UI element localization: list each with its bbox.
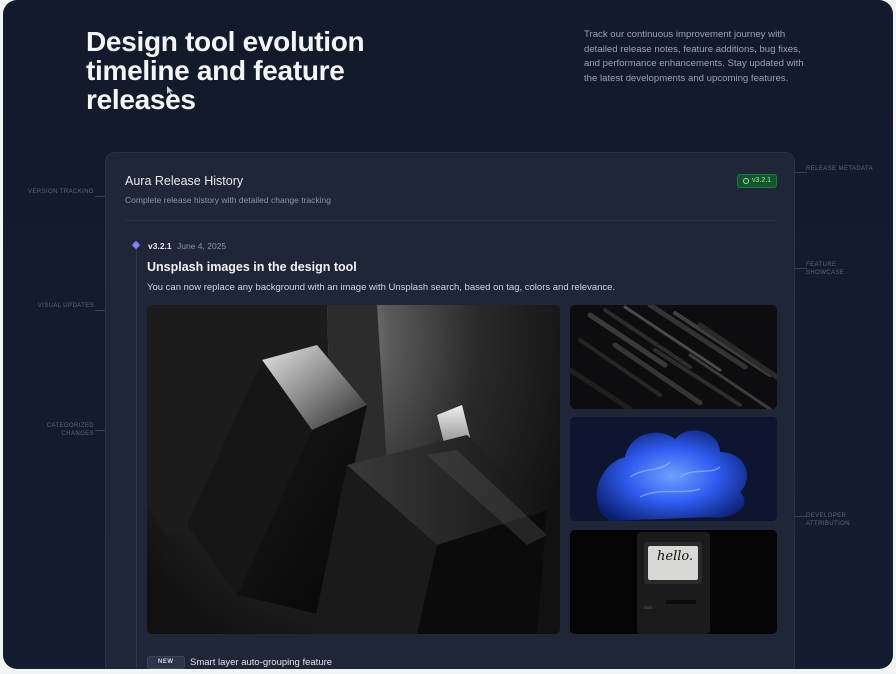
version-badge[interactable]: v3.2.1 xyxy=(737,174,778,188)
app-frame: Design tool evolution timeline and featu… xyxy=(3,0,893,669)
card-subtitle: Complete release history with detailed c… xyxy=(125,195,332,205)
check-circle-icon xyxy=(743,178,749,184)
side-label-release-metadata: RELEASE METADATA xyxy=(806,166,874,172)
side-label-visual-updates: VISUAL UPDATES xyxy=(37,303,94,309)
page-description: Track our continuous improvement journey… xyxy=(584,29,804,84)
page-title: Design tool evolution timeline and featu… xyxy=(86,26,365,115)
feature-title: Unsplash images in the design tool xyxy=(147,260,357,274)
vintage-computer-image[interactable]: hello. xyxy=(570,530,777,634)
blue-sculpture-image[interactable] xyxy=(570,417,777,521)
abstract-blocks-illustration xyxy=(147,305,547,634)
black-bars-illustration xyxy=(570,305,777,409)
version-badge-label: v3.2.1 xyxy=(752,177,772,184)
divider xyxy=(125,220,777,221)
new-badge: NEW xyxy=(147,656,185,669)
release-version: v3.2.1 xyxy=(148,241,172,251)
text-cursor-icon xyxy=(167,86,173,95)
release-history-card: Aura Release History Complete release hi… xyxy=(105,152,795,669)
vintage-computer-illustration xyxy=(570,530,777,634)
feature-description: You can now replace any background with … xyxy=(147,282,616,293)
computer-screen-text: hello. xyxy=(657,549,694,564)
timeline-line xyxy=(136,245,137,669)
side-label-developer-attribution: DEVELOPER ATTRIBUTION xyxy=(806,513,850,527)
blue-sculpture-illustration xyxy=(570,417,777,521)
black-bars-image[interactable] xyxy=(570,305,777,409)
card-title: Aura Release History xyxy=(125,174,244,188)
abstract-blocks-image[interactable] xyxy=(147,305,560,634)
side-label-version-tracking: VERSION TRACKING xyxy=(28,189,94,195)
next-feature-title[interactable]: Smart layer auto-grouping feature xyxy=(190,657,332,668)
side-label-feature-showcase: FEATURE SHOWCASE xyxy=(806,262,845,276)
release-date: June 4, 2025 xyxy=(177,241,227,251)
timeline-diamond-icon xyxy=(131,240,141,250)
side-label-categorized-changes: CATEGORIZED CHANGES xyxy=(46,423,94,437)
